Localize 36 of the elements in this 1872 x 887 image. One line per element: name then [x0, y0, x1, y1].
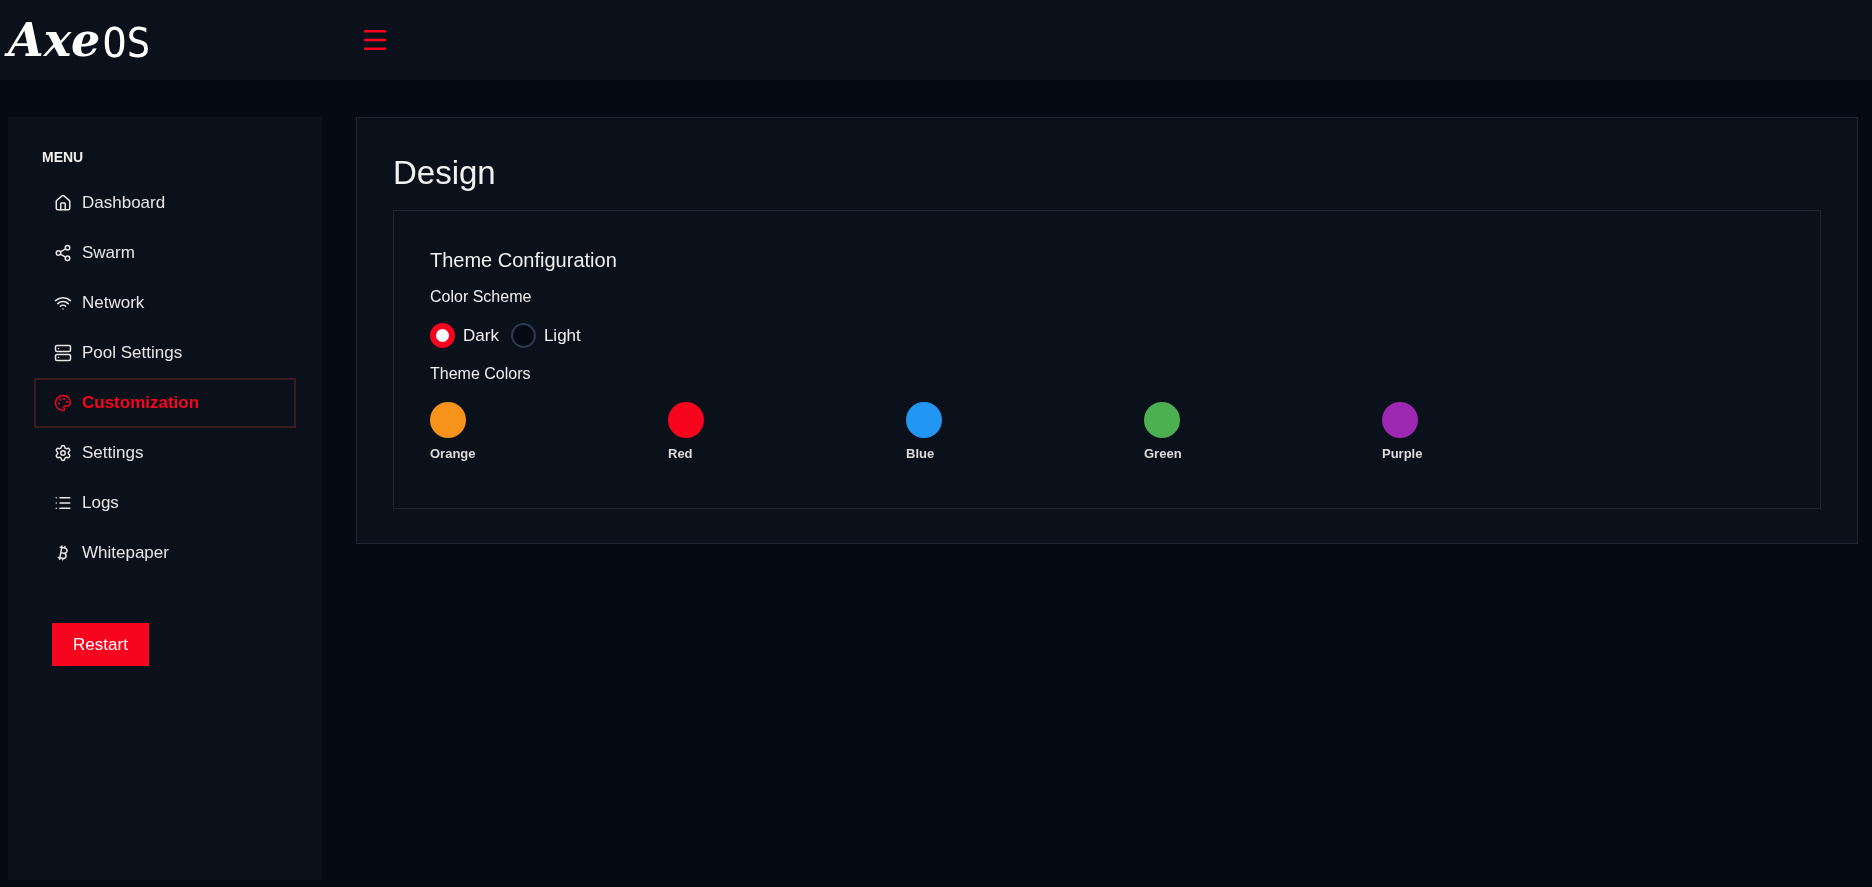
- sidebar-item[interactable]: Whitepaper: [34, 528, 296, 578]
- color-label: Orange: [430, 445, 476, 463]
- field-label: Color Scheme: [430, 286, 533, 307]
- color-swatch[interactable]: [1144, 402, 1180, 438]
- sidebar-item[interactable]: Pool Settings: [34, 328, 296, 378]
- sidebar-item[interactable]: Dashboard: [34, 178, 296, 228]
- section-title: Theme Configuration: [430, 247, 618, 273]
- field-label: Theme Colors: [430, 364, 532, 384]
- color-label: Red: [668, 445, 693, 463]
- color-label: Purple: [1382, 445, 1423, 463]
- radio-button[interactable]: [430, 322, 455, 348]
- sidebar-item[interactable]: Network: [34, 278, 296, 328]
- share-icon: [54, 244, 72, 262]
- color-label: Blue: [906, 445, 935, 463]
- palette-icon: [54, 394, 72, 412]
- server-icon: [54, 344, 72, 362]
- color-swatch[interactable]: [1382, 402, 1418, 438]
- wifi-icon: [54, 294, 72, 312]
- menu-heading: MENU: [42, 148, 85, 167]
- color-swatch[interactable]: [906, 402, 942, 438]
- sidebar-item[interactable]: Settings: [34, 428, 296, 478]
- sidebar-item[interactable]: Customization: [34, 378, 296, 428]
- radio-option[interactable]: Dark: [430, 322, 499, 348]
- page-title: Design: [393, 153, 497, 193]
- color-swatch[interactable]: [430, 402, 466, 438]
- color-swatch[interactable]: [668, 402, 704, 438]
- radio-option[interactable]: Light: [510, 322, 581, 348]
- house-icon: [54, 194, 72, 212]
- sidebar-item[interactable]: Logs: [34, 478, 296, 528]
- sidebar-item[interactable]: Swarm: [34, 228, 296, 278]
- restart-button[interactable]: Restart: [52, 623, 149, 666]
- radio-button[interactable]: [510, 322, 536, 348]
- logo-text: OS: [102, 23, 151, 63]
- list-icon: [54, 494, 72, 512]
- gear-icon: [54, 444, 72, 462]
- color-label: Green: [1144, 445, 1182, 463]
